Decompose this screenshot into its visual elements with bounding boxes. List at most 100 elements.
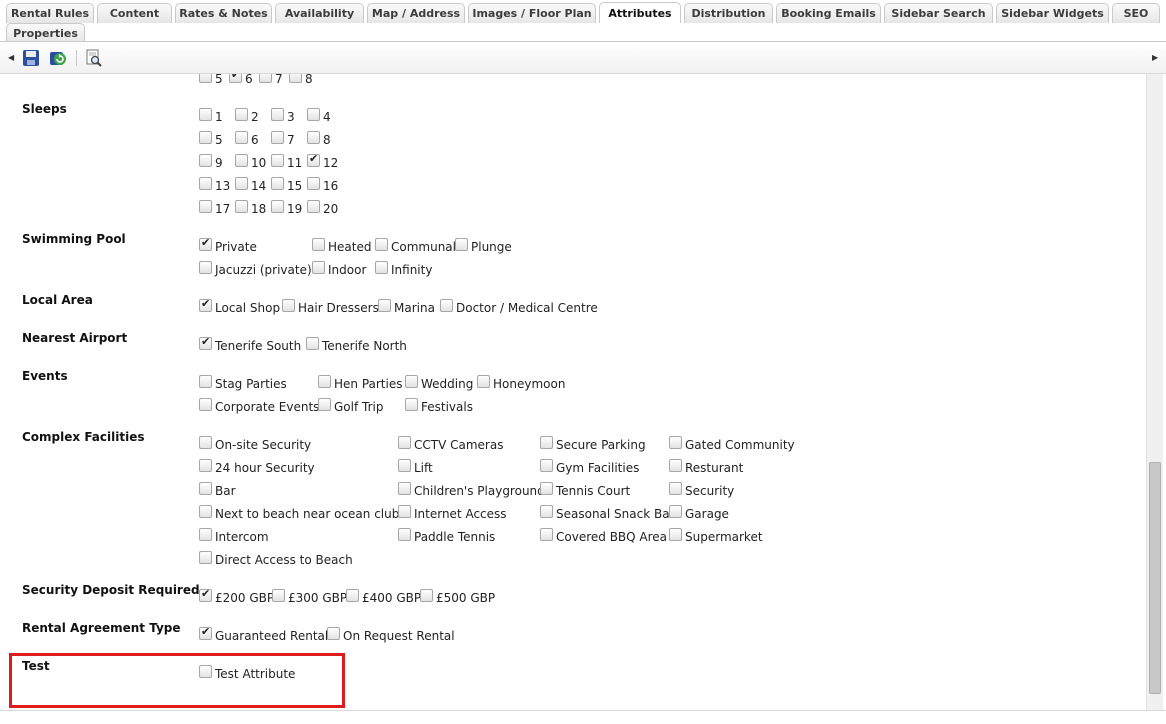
checkbox-option[interactable]: Direct Access to Beach [199,551,353,567]
checkbox-option[interactable]: Indoor [312,261,366,277]
checkbox[interactable] [235,177,248,190]
checkbox-option[interactable]: 16 [307,177,338,193]
preview-icon[interactable] [85,49,103,67]
checkbox-option[interactable]: 10 [235,154,266,170]
checkbox[interactable] [307,152,320,167]
checkbox[interactable] [229,74,242,83]
checkbox[interactable] [199,375,212,388]
tab-booking-emails[interactable]: Booking Emails [776,3,881,23]
checkbox-option[interactable]: Gym Facilities [540,459,639,475]
checkbox-option[interactable]: 6 [229,74,253,86]
checkbox-option[interactable]: Corporate Events [199,398,319,414]
checkbox[interactable] [199,587,212,602]
checkbox[interactable] [199,297,212,312]
checkbox-option[interactable]: 5 [199,131,223,147]
checkbox[interactable] [318,375,331,388]
checkbox[interactable] [199,74,212,83]
checkbox-option[interactable]: Tenerife North [306,337,407,353]
checkbox-option[interactable]: On Request Rental [327,627,455,643]
checkbox-option[interactable]: Hen Parties [318,375,402,391]
checkbox-option[interactable]: 8 [289,74,313,86]
checkbox[interactable] [398,528,411,541]
checkbox-option[interactable]: Golf Trip [318,398,383,414]
checkbox[interactable] [669,482,682,495]
checkbox-option[interactable]: Festivals [405,398,473,414]
checkbox-option[interactable]: 7 [271,131,295,147]
tab-rental-rules[interactable]: Rental Rules [6,3,94,23]
tab-sidebar-search[interactable]: Sidebar Search [884,3,993,23]
checkbox[interactable] [272,589,285,602]
tab-attributes[interactable]: Attributes [599,2,681,23]
checkbox[interactable] [327,627,340,640]
checkbox-option[interactable]: 13 [199,177,230,193]
checkbox[interactable] [312,238,325,251]
tab-seo[interactable]: SEO [1112,3,1160,23]
tab-properties[interactable]: Properties [6,23,85,42]
checkbox[interactable] [259,74,272,83]
checkbox-option[interactable]: 19 [271,200,302,216]
checkbox-option[interactable]: Tenerife South [199,335,301,353]
checkbox-option[interactable]: 3 [271,108,295,124]
checkbox[interactable] [199,398,212,411]
checkbox[interactable] [669,505,682,518]
checkbox-option[interactable]: Supermarket [669,528,763,544]
checkbox-option[interactable]: Tennis Court [540,482,630,498]
checkbox[interactable] [540,459,553,472]
checkbox[interactable] [455,238,468,251]
checkbox[interactable] [398,459,411,472]
checkbox[interactable] [235,131,248,144]
checkbox[interactable] [312,261,325,274]
checkbox-option[interactable]: 12 [307,152,338,170]
checkbox[interactable] [199,528,212,541]
checkbox-option[interactable]: Hair Dressers [282,299,379,315]
checkbox-option[interactable]: CCTV Cameras [398,436,503,452]
checkbox-option[interactable]: Lift [398,459,433,475]
checkbox[interactable] [199,459,212,472]
checkbox[interactable] [540,528,553,541]
checkbox[interactable] [307,200,320,213]
checkbox-option[interactable]: On-site Security [199,436,311,452]
checkbox-option[interactable]: Children's Playground [398,482,545,498]
checkbox-option[interactable]: Local Shop [199,297,280,315]
checkbox-option[interactable]: Jacuzzi (private) [199,261,312,277]
checkbox[interactable] [199,482,212,495]
checkbox-option[interactable]: Paddle Tennis [398,528,495,544]
checkbox[interactable] [199,436,212,449]
checkbox-option[interactable]: 17 [199,200,230,216]
checkbox[interactable] [235,200,248,213]
checkbox[interactable] [199,236,212,251]
checkbox[interactable] [540,482,553,495]
checkbox-option[interactable]: Secure Parking [540,436,646,452]
checkbox-option[interactable]: 20 [307,200,338,216]
scroll-left-arrow-icon[interactable]: ◀ [8,53,14,62]
checkbox[interactable] [378,299,391,312]
checkbox-option[interactable]: £500 GBP [420,589,495,605]
refresh-icon[interactable] [49,49,67,67]
vertical-scrollbar[interactable] [1146,74,1163,710]
checkbox[interactable] [307,108,320,121]
checkbox-option[interactable]: Garage [669,505,729,521]
checkbox[interactable] [440,299,453,312]
checkbox[interactable] [199,625,212,640]
save-icon[interactable] [22,49,40,67]
checkbox[interactable] [669,436,682,449]
scrollbar-thumb[interactable] [1149,462,1161,694]
checkbox[interactable] [199,131,212,144]
checkbox-option[interactable]: 4 [307,108,331,124]
checkbox[interactable] [318,398,331,411]
scroll-right-arrow-icon[interactable]: ▶ [1152,53,1158,62]
checkbox-option[interactable]: Internet Access [398,505,507,521]
tab-rates-notes[interactable]: Rates & Notes [175,3,272,23]
checkbox[interactable] [235,154,248,167]
checkbox[interactable] [199,335,212,350]
checkbox[interactable] [375,238,388,251]
checkbox[interactable] [540,505,553,518]
checkbox[interactable] [199,261,212,274]
checkbox[interactable] [199,200,212,213]
checkbox-option[interactable]: £300 GBP [272,589,347,605]
checkbox[interactable] [271,200,284,213]
checkbox-option[interactable]: Gated Community [669,436,795,452]
checkbox-option[interactable]: Security [669,482,734,498]
checkbox[interactable] [477,375,490,388]
checkbox[interactable] [398,436,411,449]
